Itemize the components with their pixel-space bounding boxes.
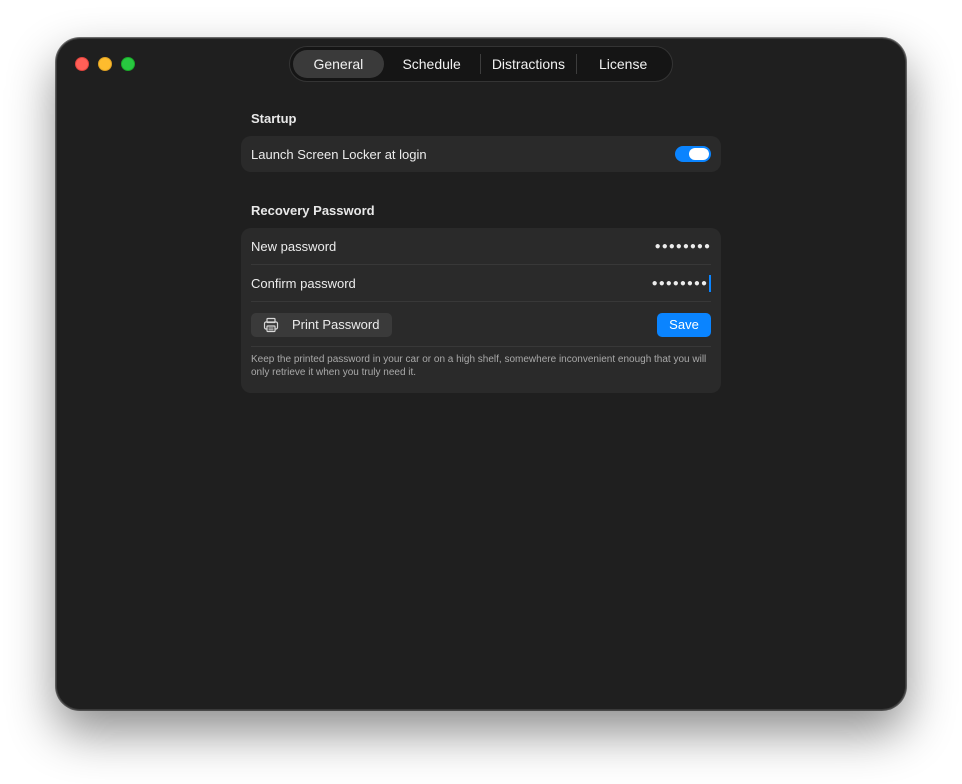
launch-at-login-label: Launch Screen Locker at login bbox=[251, 146, 427, 162]
printer-icon bbox=[263, 317, 279, 332]
toggle-knob bbox=[689, 148, 709, 160]
startup-card: Launch Screen Locker at login bbox=[241, 136, 721, 172]
tab-general[interactable]: General bbox=[293, 50, 384, 78]
print-password-button[interactable]: Print Password bbox=[251, 312, 393, 337]
new-password-field[interactable]: ●●●●●●●● bbox=[655, 241, 711, 252]
confirm-password-row: Confirm password ●●●●●●●● bbox=[241, 265, 721, 302]
tab-distractions[interactable]: Distractions bbox=[481, 50, 577, 78]
print-password-label: Print Password bbox=[292, 317, 380, 332]
launch-at-login-toggle[interactable] bbox=[675, 146, 711, 162]
confirm-password-field[interactable]: ●●●●●●●● bbox=[652, 275, 711, 292]
new-password-row: New password ●●●●●●●● bbox=[241, 228, 721, 265]
tab-schedule[interactable]: Schedule bbox=[384, 50, 480, 78]
minimize-window-button[interactable] bbox=[98, 57, 112, 71]
actions-row: Print Password Save bbox=[241, 302, 721, 347]
launch-at-login-row: Launch Screen Locker at login bbox=[241, 136, 721, 172]
recovery-section-title: Recovery Password bbox=[251, 203, 375, 218]
tab-license[interactable]: License bbox=[577, 50, 669, 78]
settings-window: General Schedule Distractions License St… bbox=[56, 38, 906, 710]
tab-bar: General Schedule Distractions License bbox=[289, 46, 673, 82]
save-button[interactable]: Save bbox=[657, 312, 711, 337]
startup-section-title: Startup bbox=[251, 111, 297, 126]
confirm-password-label: Confirm password bbox=[251, 276, 356, 291]
confirm-password-value: ●●●●●●●● bbox=[651, 278, 708, 289]
text-cursor bbox=[709, 275, 711, 292]
zoom-window-button[interactable] bbox=[121, 57, 135, 71]
new-password-label: New password bbox=[251, 239, 337, 254]
recovery-card: New password ●●●●●●●● Confirm password ●… bbox=[241, 228, 721, 393]
window-controls bbox=[75, 57, 135, 71]
close-window-button[interactable] bbox=[75, 57, 89, 71]
recovery-note: Keep the printed password in your car or… bbox=[251, 354, 707, 378]
